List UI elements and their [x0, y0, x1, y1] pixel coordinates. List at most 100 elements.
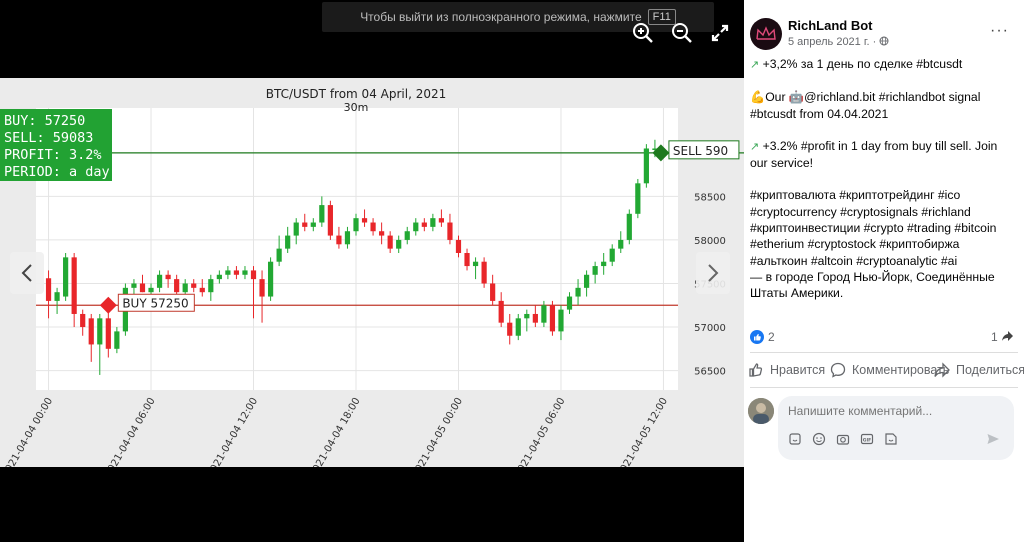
more-options-button[interactable]: ···	[990, 22, 1009, 40]
candle-body	[156, 274, 163, 288]
like-button[interactable]: Нравится	[748, 362, 825, 378]
sticker-smile-icon[interactable]	[884, 432, 898, 446]
candle-body	[80, 313, 86, 328]
post-hashtags[interactable]: #криптовалюта #криптотрейдинг #ico #cryp…	[750, 188, 996, 267]
stat-buy: BUY: 57250	[4, 113, 85, 129]
thumbs-up-icon	[749, 363, 763, 377]
page-name[interactable]: RichLand Bot	[788, 18, 873, 33]
like-count[interactable]: 2	[768, 330, 775, 344]
candle	[327, 200, 333, 240]
send-icon[interactable]	[986, 432, 1000, 446]
post-location-prefix: — в городе	[750, 269, 814, 284]
candle-body	[370, 222, 376, 232]
y-tick-label: 58500	[694, 192, 726, 203]
gif-icon[interactable]: GIF	[860, 432, 874, 446]
candle-body	[310, 222, 316, 227]
share-count[interactable]: 1	[991, 330, 1014, 344]
camera-icon[interactable]	[836, 432, 850, 446]
robot-icon: 🤖	[788, 90, 805, 105]
stats-overlay: BUY: 57250 SELL: 59083 PROFIT: 3.2% PERI…	[0, 109, 112, 181]
candle-body	[643, 148, 649, 184]
candle-body	[148, 287, 154, 293]
zoom-out-icon[interactable]	[669, 20, 695, 46]
candle-body	[139, 283, 146, 293]
post-headline: +3,2% за 1 день по сделке #btcusdt	[762, 57, 963, 71]
candle-body	[259, 279, 265, 297]
candle-body	[191, 283, 197, 288]
candle-body	[114, 331, 120, 349]
share-button[interactable]: Поделиться	[934, 362, 1024, 378]
candle-body	[447, 222, 453, 240]
candle-body	[438, 218, 445, 223]
candle-body	[549, 305, 556, 332]
candle-body	[413, 222, 419, 232]
sticker-icon[interactable]	[788, 432, 802, 446]
post-text: ↗ +3,2% за 1 день по сделке #btcusdt 💪Ou…	[750, 56, 1018, 302]
candle-body	[583, 274, 590, 288]
comment-icon	[830, 362, 846, 378]
candle-body	[327, 205, 333, 236]
candle-body	[225, 270, 231, 275]
chart-image: BTC/USDT from 04 April, 2021 30m 56500 57…	[0, 78, 744, 467]
candle-body	[404, 231, 410, 240]
chevron-left-icon	[21, 264, 32, 282]
like-label: Нравится	[770, 363, 826, 377]
share-label: Поделиться	[956, 363, 1024, 377]
candle-body	[481, 261, 487, 284]
candle-body	[490, 283, 496, 301]
prev-photo-button[interactable]	[10, 252, 44, 294]
y-tick-label: 56500	[694, 367, 726, 378]
share-arrow-icon	[934, 362, 950, 378]
candle-body	[302, 222, 308, 227]
zoom-in-icon[interactable]	[630, 20, 656, 46]
candle-body	[541, 305, 547, 323]
photo-viewer: Чтобы выйти из полноэкранного режима, на…	[0, 0, 744, 542]
candle	[549, 300, 556, 336]
candle-body	[575, 287, 581, 297]
post-actions: Нравится Комментировать Поделиться	[744, 356, 1024, 384]
candle-body	[131, 283, 137, 288]
candle-body	[97, 318, 103, 345]
candle-body	[626, 213, 632, 240]
divider	[750, 352, 1018, 353]
candle	[63, 253, 69, 301]
candle-body	[71, 257, 77, 314]
candle-body	[45, 278, 52, 301]
comment-button[interactable]: Комментировать	[830, 362, 949, 378]
candle-body	[242, 270, 248, 275]
chart-title: BTC/USDT from 04 April, 2021	[266, 87, 447, 101]
post-p2-prefix: Our	[765, 90, 786, 105]
candle-body	[54, 292, 60, 301]
candle-body	[276, 248, 282, 262]
candle-body	[216, 274, 222, 280]
post-date[interactable]: 5 апрель 2021 г. ·	[788, 36, 889, 48]
expand-icon[interactable]	[707, 20, 733, 46]
candlestick-chart: BTC/USDT from 04 April, 2021 30m 56500 57…	[0, 78, 744, 467]
candle-body	[515, 318, 521, 336]
next-photo-button[interactable]	[696, 252, 730, 294]
emoji-icon[interactable]	[812, 432, 826, 446]
reactions-bar: 2 1	[750, 330, 1020, 348]
candle-body	[165, 274, 171, 280]
comment-input[interactable]	[788, 404, 1004, 418]
post-p3: +3.2% #profit in 1 day from buy till sel…	[750, 138, 998, 171]
candle-body	[182, 283, 188, 293]
candle-body	[532, 313, 538, 323]
candle-body	[88, 318, 94, 345]
candle-body	[174, 279, 180, 293]
stat-sell: SELL: 59083	[4, 130, 93, 146]
candle-body	[336, 235, 342, 245]
user-avatar[interactable]	[748, 398, 774, 424]
candle	[267, 257, 274, 301]
candle-body	[353, 218, 359, 232]
candle-body	[387, 235, 393, 249]
chart-increasing-icon: ↗	[750, 59, 760, 71]
candle	[481, 257, 487, 288]
candle-body	[319, 205, 325, 223]
candle-body	[293, 222, 299, 236]
candle-body	[498, 300, 504, 323]
page-avatar[interactable]	[750, 18, 782, 50]
candle-body	[558, 309, 564, 332]
chart-subtitle: 30m	[344, 101, 369, 114]
like-reaction-icon[interactable]	[750, 330, 764, 344]
